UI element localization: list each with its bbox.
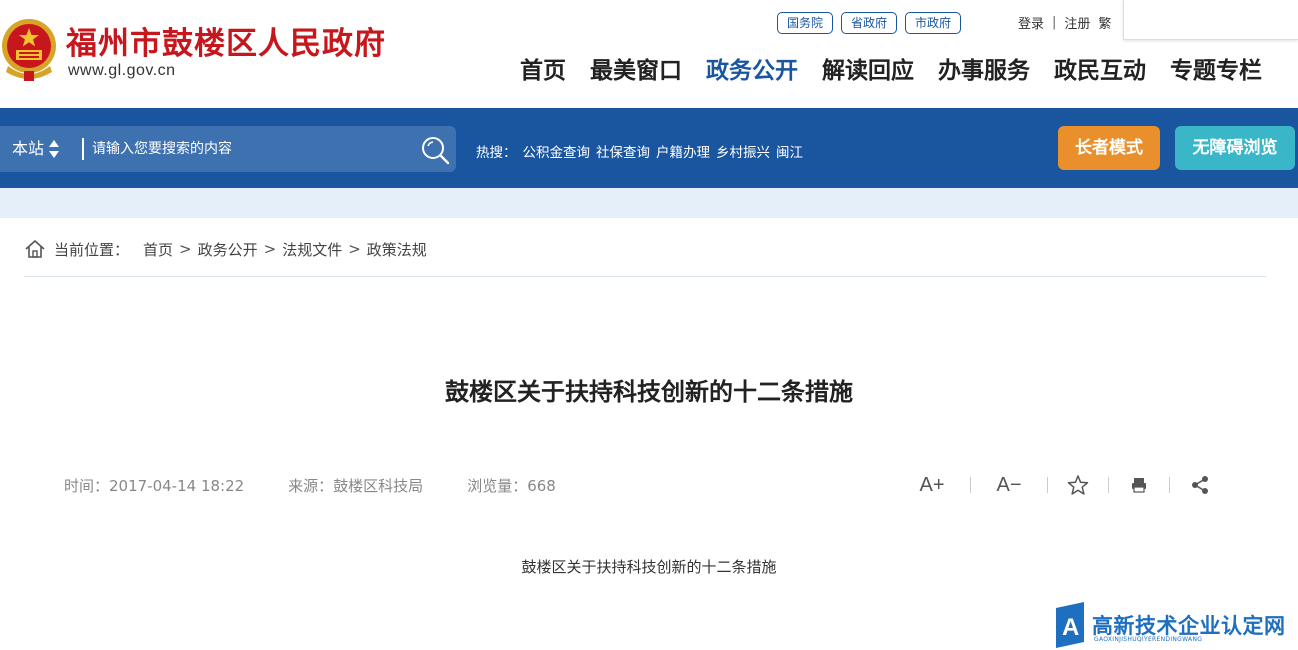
publish-time: 时间：2017-04-14 18:22 bbox=[64, 477, 245, 495]
view-count: 浏览量：668 bbox=[467, 477, 556, 495]
article-container bbox=[0, 218, 1298, 650]
article-title: 鼓楼区关于扶持科技创新的十二条措施 bbox=[445, 378, 853, 406]
gov-link-state-council[interactable]: 国务院 bbox=[777, 12, 834, 34]
search-divider bbox=[82, 138, 84, 160]
font-decrease-button[interactable]: A− bbox=[987, 470, 1031, 500]
traditional-chinese-link[interactable]: 繁 bbox=[1098, 13, 1111, 32]
breadcrumb-policies[interactable]: 政策法规 bbox=[367, 239, 427, 260]
nav-government-affairs[interactable]: 政务公开 bbox=[706, 54, 798, 88]
hot-item-household[interactable]: 户籍办理 bbox=[656, 141, 710, 161]
search-scope-select[interactable]: 本站 bbox=[12, 126, 44, 172]
breadcrumb: 当前位置： 首页 > 政务公开 > 法规文件 > 政策法规 bbox=[24, 238, 427, 260]
tool-divider bbox=[1047, 477, 1048, 493]
national-emblem-icon bbox=[2, 19, 56, 81]
breadcrumb-divider bbox=[24, 276, 1266, 277]
link-separator: | bbox=[1052, 15, 1057, 30]
svg-text:A: A bbox=[1062, 614, 1079, 641]
accessible-browsing-button[interactable]: 无障碍浏览 bbox=[1175, 126, 1295, 170]
search-box: 本站 bbox=[0, 126, 456, 172]
main-nav: 首页 最美窗口 政务公开 解读回应 办事服务 政民互动 专题专栏 bbox=[520, 54, 1286, 88]
gov-links: 国务院 省政府 市政府 bbox=[777, 12, 962, 34]
breadcrumb-separator: > bbox=[348, 240, 361, 258]
article-source: 来源：鼓楼区科技局 bbox=[288, 477, 424, 495]
hot-search: 热搜： 公积金查询 社保查询 户籍办理 乡村振兴 闽江 bbox=[476, 141, 803, 161]
breadcrumb-government-affairs[interactable]: 政务公开 bbox=[198, 239, 258, 260]
breadcrumb-label: 当前位置： bbox=[54, 240, 130, 259]
print-icon[interactable] bbox=[1125, 470, 1153, 500]
tool-divider bbox=[1169, 477, 1170, 493]
elder-mode-button[interactable]: 长者模式 bbox=[1058, 126, 1160, 170]
site-url: www.gl.gov.cn bbox=[68, 62, 176, 79]
gov-link-province[interactable]: 省政府 bbox=[841, 12, 898, 34]
hot-search-label: 热搜： bbox=[476, 145, 517, 161]
sort-arrows-icon[interactable] bbox=[48, 139, 60, 159]
watermark-subtext: GAOXINJISHUQIYERENDINGWANG bbox=[1094, 636, 1203, 643]
font-increase-button[interactable]: A+ bbox=[910, 470, 954, 500]
nav-home[interactable]: 首页 bbox=[520, 54, 566, 88]
search-icon[interactable] bbox=[420, 135, 450, 165]
hot-item-minjiang[interactable]: 闽江 bbox=[776, 141, 803, 161]
nav-best-window[interactable]: 最美窗口 bbox=[590, 54, 682, 88]
watermark-logo-icon: A bbox=[1056, 602, 1084, 648]
hot-item-housing-fund[interactable]: 公积金查询 bbox=[523, 141, 591, 161]
article-tools: A+ A− bbox=[910, 470, 1214, 500]
article-body: 鼓楼区关于扶持科技创新的十二条措施 bbox=[521, 558, 777, 576]
gov-link-city[interactable]: 市政府 bbox=[905, 12, 962, 34]
article-meta: 时间：2017-04-14 18:22 来源：鼓楼区科技局 浏览量：668 bbox=[64, 475, 556, 496]
nav-interpretation[interactable]: 解读回应 bbox=[822, 54, 914, 88]
search-bar: 本站 热搜： 公积金查询 社保查询 户籍办理 乡村振兴 闽江 长者模式 无障碍浏… bbox=[0, 108, 1298, 188]
star-icon[interactable] bbox=[1064, 470, 1092, 500]
site-header: 福州市鼓楼区人民政府 www.gl.gov.cn 国务院 省政府 市政府 登录 … bbox=[0, 0, 1298, 108]
decorative-band bbox=[0, 188, 1298, 218]
watermark: A 高新技术企业认定网 GAOXINJISHUQIYERENDINGWANG bbox=[1050, 600, 1298, 650]
home-icon bbox=[25, 240, 45, 258]
breadcrumb-separator: > bbox=[263, 240, 277, 258]
overlay-panel bbox=[1123, 0, 1298, 40]
breadcrumb-separator: > bbox=[179, 240, 192, 258]
search-input[interactable] bbox=[92, 134, 402, 164]
hot-item-rural[interactable]: 乡村振兴 bbox=[716, 141, 770, 161]
site-title: 福州市鼓楼区人民政府 bbox=[66, 26, 386, 62]
breadcrumb-home[interactable]: 首页 bbox=[143, 239, 173, 260]
nav-services[interactable]: 办事服务 bbox=[938, 54, 1030, 88]
tool-divider bbox=[1108, 477, 1109, 493]
login-link[interactable]: 登录 bbox=[1018, 13, 1044, 32]
breadcrumb-regulations[interactable]: 法规文件 bbox=[282, 239, 342, 260]
nav-interaction[interactable]: 政民互动 bbox=[1054, 54, 1146, 88]
nav-special-topics[interactable]: 专题专栏 bbox=[1170, 54, 1262, 88]
share-icon[interactable] bbox=[1186, 470, 1214, 500]
register-link[interactable]: 注册 bbox=[1064, 13, 1090, 32]
hot-item-social-security[interactable]: 社保查询 bbox=[596, 141, 650, 161]
tool-divider bbox=[970, 477, 971, 493]
account-links: 登录 | 注册 繁 bbox=[1018, 13, 1111, 32]
